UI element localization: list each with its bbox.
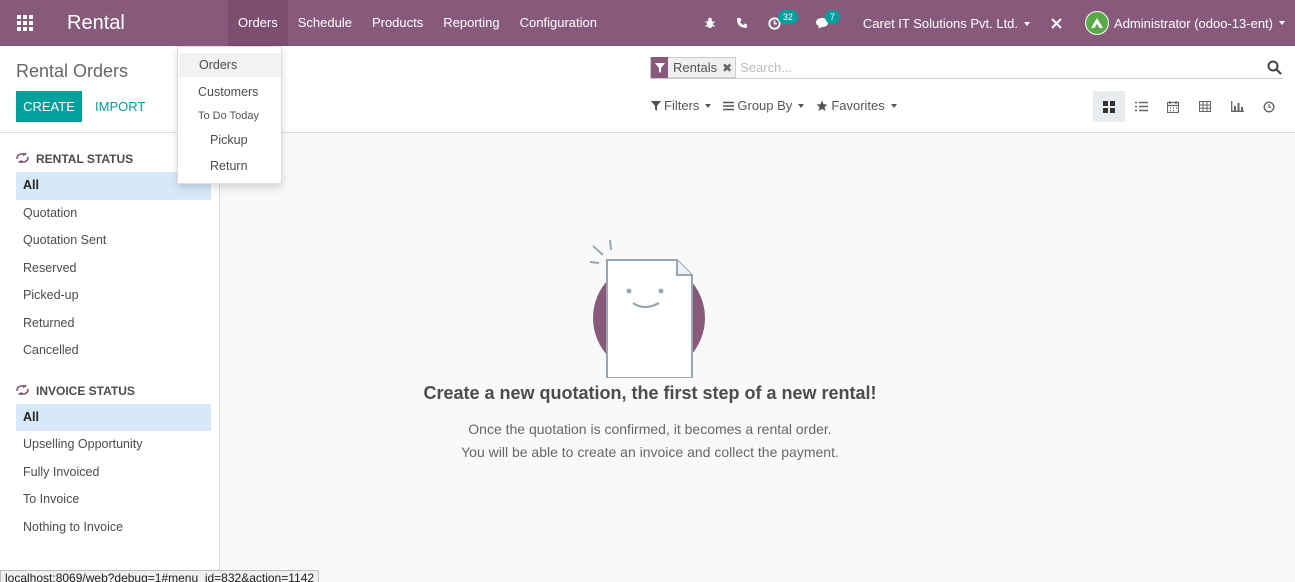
company-switcher[interactable]: Caret IT Solutions Pvt. Ltd. bbox=[853, 16, 1040, 31]
filter-funnel-icon bbox=[651, 100, 661, 111]
graph-view-icon[interactable] bbox=[1221, 91, 1253, 122]
chevron-down-icon bbox=[1279, 21, 1285, 25]
close-icon[interactable]: ✖ bbox=[722, 61, 732, 75]
activities-badge: 32 bbox=[777, 10, 798, 24]
star-icon bbox=[816, 100, 828, 111]
search-icon[interactable] bbox=[1267, 60, 1283, 76]
create-button[interactable]: Create bbox=[16, 91, 82, 122]
invoice-status-title: Invoice Status bbox=[36, 383, 135, 398]
calendar-view-icon[interactable] bbox=[1157, 91, 1189, 122]
invoice-status-header: Invoice Status bbox=[16, 381, 219, 401]
apps-menu-icon[interactable] bbox=[0, 0, 50, 46]
rental-status-reserved[interactable]: Reserved bbox=[16, 255, 211, 283]
chevron-down-icon bbox=[890, 103, 897, 108]
invoice-status-fully-invoiced[interactable]: Fully Invoiced bbox=[16, 459, 211, 487]
user-menu[interactable]: Administrator (odoo-13-ent) bbox=[1073, 11, 1295, 35]
kanban-view-icon[interactable] bbox=[1093, 91, 1125, 122]
search-facet[interactable]: Rentals ✖ bbox=[650, 57, 737, 78]
invoice-status-upselling[interactable]: Upselling Opportunity bbox=[16, 431, 211, 459]
chevron-down-icon bbox=[705, 103, 712, 108]
refresh-arrows-icon bbox=[16, 383, 29, 398]
facet-label: Rentals bbox=[673, 60, 718, 75]
refresh-arrows-icon bbox=[16, 151, 29, 166]
chevron-down-icon bbox=[798, 103, 805, 108]
filters-label: Filters bbox=[664, 98, 700, 113]
menu-schedule[interactable]: Schedule bbox=[288, 0, 362, 46]
helper-description-2: You will be able to create an invoice an… bbox=[461, 444, 839, 460]
menu-configuration[interactable]: Configuration bbox=[510, 0, 607, 46]
menu-products[interactable]: Products bbox=[362, 0, 433, 46]
breadcrumb: Rental Orders bbox=[16, 61, 129, 81]
invoice-status-to-invoice[interactable]: To Invoice bbox=[16, 486, 211, 514]
search-options: Filters Group By Favorites bbox=[651, 98, 897, 113]
filters-toggle[interactable]: Filters bbox=[651, 98, 712, 113]
search-panel: Rental Status All Quotation Quotation Se… bbox=[0, 133, 220, 582]
groupby-toggle[interactable]: Group By bbox=[723, 98, 805, 113]
rental-status-quotation-sent[interactable]: Quotation Sent bbox=[16, 227, 211, 255]
main-menu: Orders Schedule Products Reporting Confi… bbox=[228, 0, 607, 46]
phone-icon[interactable] bbox=[726, 0, 758, 46]
dropdown-item-return[interactable]: Return bbox=[210, 159, 248, 173]
activity-view-icon[interactable] bbox=[1253, 91, 1285, 122]
top-navbar: Rental Orders Schedule Products Reportin… bbox=[0, 0, 1295, 46]
activities-clock-icon[interactable]: 32 bbox=[758, 0, 798, 46]
invoice-status-all[interactable]: All bbox=[16, 403, 211, 431]
helper-title: Create a new quotation, the first step o… bbox=[423, 383, 877, 403]
favorites-toggle[interactable]: Favorites bbox=[816, 98, 897, 113]
company-name: Caret IT Solutions Pvt. Ltd. bbox=[862, 15, 1019, 31]
chevron-down-icon bbox=[1024, 22, 1031, 27]
orders-dropdown-menu: Orders Customers To Do Today Pickup Retu… bbox=[177, 46, 282, 184]
dropdown-section-header: To Do Today bbox=[198, 110, 259, 122]
invoice-status-nothing[interactable]: Nothing to Invoice bbox=[16, 514, 211, 542]
avatar bbox=[1085, 11, 1110, 35]
favorites-label: Favorites bbox=[831, 98, 885, 113]
menu-orders[interactable]: Orders bbox=[228, 0, 288, 46]
rental-status-picked-up[interactable]: Picked-up bbox=[16, 282, 211, 310]
rental-status-returned[interactable]: Returned bbox=[16, 310, 211, 338]
rental-status-cancelled[interactable]: Cancelled bbox=[16, 337, 211, 365]
list-bars-icon bbox=[723, 101, 735, 110]
browser-status-url: localhost:8069/web?debug=1#menu_id=832&a… bbox=[0, 570, 320, 582]
systray: 32 7 Caret IT Solutions Pvt. Ltd. Admini… bbox=[694, 0, 1295, 46]
pivot-view-icon[interactable] bbox=[1189, 91, 1221, 122]
smiling-document-illustration bbox=[589, 239, 708, 378]
messages-chat-icon[interactable]: 7 bbox=[805, 0, 840, 46]
filter-funnel-icon bbox=[651, 57, 668, 78]
messages-badge: 7 bbox=[824, 10, 840, 24]
search-bar: Rentals ✖ bbox=[650, 57, 1283, 79]
search-input[interactable] bbox=[740, 60, 1267, 75]
view-switcher bbox=[1093, 91, 1285, 122]
menu-reporting[interactable]: Reporting bbox=[433, 0, 509, 46]
rental-status-quotation[interactable]: Quotation bbox=[16, 200, 211, 228]
groupby-label: Group By bbox=[737, 98, 793, 113]
app-brand[interactable]: Rental bbox=[50, 12, 228, 35]
rental-status-title: Rental Status bbox=[36, 152, 134, 166]
user-name: Administrator (odoo-13-ent) bbox=[1114, 15, 1273, 31]
tools-crossed-icon[interactable] bbox=[1040, 0, 1073, 46]
helper-description-1: Once the quotation is confirmed, it beco… bbox=[468, 421, 832, 437]
dropdown-item-pickup[interactable]: Pickup bbox=[210, 133, 248, 147]
import-button[interactable]: Import bbox=[95, 91, 145, 122]
debug-bug-icon[interactable] bbox=[694, 0, 726, 46]
list-view-icon[interactable] bbox=[1125, 91, 1157, 122]
dropdown-item-customers[interactable]: Customers bbox=[198, 85, 258, 99]
main-content: Create a new quotation, the first step o… bbox=[221, 134, 1295, 582]
dropdown-item-orders[interactable]: Orders bbox=[179, 53, 281, 77]
